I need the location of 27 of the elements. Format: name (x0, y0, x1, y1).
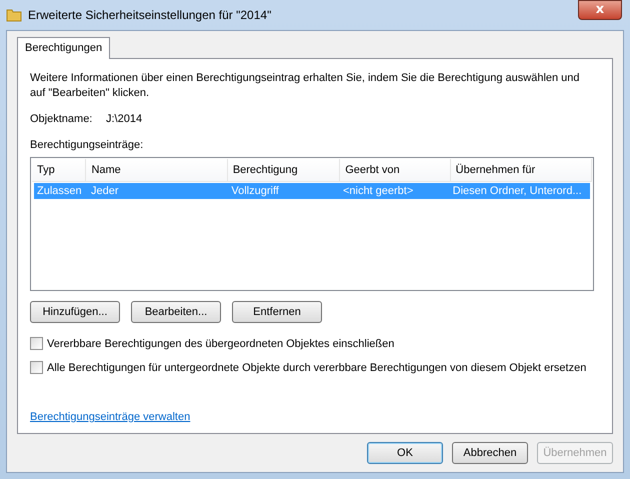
table-cell-text: Zulassen (36, 184, 83, 199)
dialog-button[interactable]: Abbrechen (452, 442, 528, 464)
folder-icon (6, 7, 22, 23)
column-header[interactable]: Name (86, 159, 228, 181)
table-cell-text: <nicht geerbt> (342, 184, 414, 199)
checkbox[interactable] (30, 361, 43, 374)
list-button[interactable]: Hinzufügen... (30, 301, 120, 323)
table-cell-text: Diesen Ordner, Unterord... (452, 184, 583, 199)
column-header[interactable]: Berechtigung (228, 159, 340, 181)
window-title: Erweiterte Sicherheitseinstellungen für "2014" (28, 8, 272, 22)
info-text: Weitere Informationen über einen Berechtigungseintrag erhalten Sie, indem Sie die Berechtigung auswählen und auf "Bearbeiten" klicken. (30, 71, 581, 101)
checkbox-label: Alle Berechtigungen für untergeordnete Objekte durch vererbbare Berechtigungen von diesem Objekt ersetzen (47, 362, 586, 374)
column-header[interactable]: Übernehmen für (450, 159, 592, 181)
table-cell-text: Vollzugriff (230, 184, 280, 199)
column-header[interactable]: Geerbt von (340, 159, 451, 181)
object-name-label: Objektname: (30, 113, 94, 125)
dialog-button[interactable]: OK (367, 442, 443, 464)
checkbox[interactable] (30, 337, 43, 350)
list-label: Berechtigungseinträge: (30, 139, 144, 151)
column-header[interactable]: Typ (32, 159, 86, 181)
list-button[interactable]: Bearbeiten... (131, 301, 221, 323)
table-cell-text: Jeder (90, 184, 120, 199)
tab[interactable]: Berechtigungen (17, 37, 110, 59)
object-name-value: J:\2014 (106, 113, 142, 125)
manage-entries-link[interactable]: Berechtigungseinträge verwalten (30, 411, 190, 423)
list-button[interactable]: Entfernen (232, 301, 322, 323)
checkbox-label: Vererbbare Berechtigungen des übergeordneten Objektes einschließen (47, 338, 394, 350)
